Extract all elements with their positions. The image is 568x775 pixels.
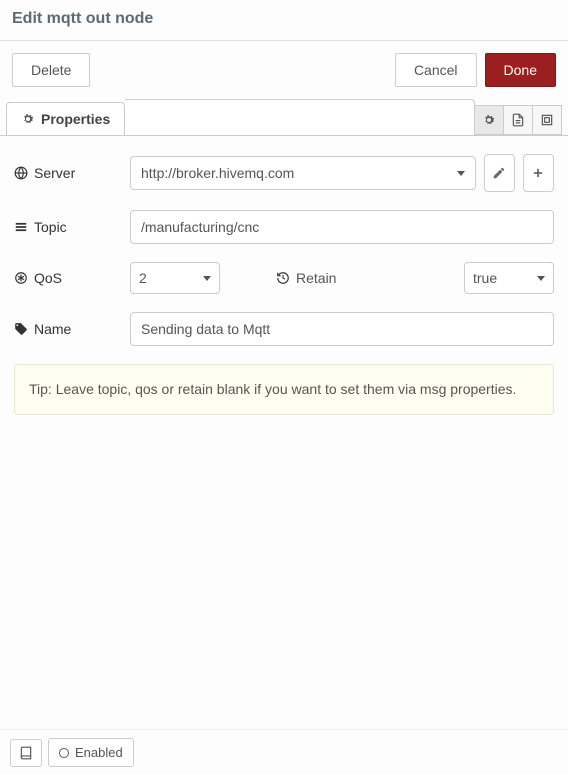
dialog-title: Edit mqtt out node (12, 10, 556, 28)
topic-label: Topic (14, 219, 130, 235)
globe-icon (14, 166, 28, 180)
chevron-down-icon (537, 276, 545, 281)
topic-input[interactable] (130, 210, 554, 244)
pencil-icon (492, 166, 506, 180)
add-server-button[interactable] (523, 154, 554, 192)
gear-icon (21, 112, 35, 126)
tab-properties-label: Properties (41, 111, 110, 127)
form-content: Server http://broker.hivemq.com (0, 136, 568, 729)
retain-label: Retain (276, 270, 336, 286)
name-input[interactable] (130, 312, 554, 346)
retain-select[interactable]: true (464, 262, 554, 294)
delete-button[interactable]: Delete (12, 53, 90, 87)
qos-select[interactable]: 2 (130, 262, 220, 294)
tab-properties[interactable]: Properties (6, 102, 125, 135)
tab-blank (125, 99, 475, 135)
retain-value: true (473, 270, 497, 286)
enabled-toggle[interactable]: Enabled (48, 738, 134, 767)
node-description-button[interactable] (503, 105, 533, 135)
chevron-down-icon (203, 276, 211, 281)
edit-server-button[interactable] (484, 154, 515, 192)
tip-box: Tip: Leave topic, qos or retain blank if… (14, 364, 554, 415)
circle-icon (59, 748, 69, 758)
cancel-button[interactable]: Cancel (395, 53, 477, 87)
chevron-down-icon (457, 171, 465, 176)
action-buttons: Delete Cancel Done (0, 41, 568, 99)
gear-icon (482, 113, 496, 127)
footer: Enabled (0, 729, 568, 775)
node-docs-button[interactable] (10, 739, 42, 767)
name-label: Name (14, 321, 130, 337)
node-settings-button[interactable] (474, 105, 504, 135)
enabled-label: Enabled (75, 745, 123, 760)
document-icon (511, 113, 525, 127)
server-label: Server (14, 165, 130, 181)
book-icon (19, 746, 33, 760)
history-icon (276, 271, 290, 285)
qos-label: QoS (14, 270, 130, 286)
tag-icon (14, 322, 28, 336)
dialog-header: Edit mqtt out node (0, 0, 568, 41)
qos-value: 2 (139, 270, 147, 286)
list-icon (14, 220, 28, 234)
server-value: http://broker.hivemq.com (141, 165, 294, 181)
tabs: Properties (0, 99, 568, 136)
frame-icon (540, 113, 554, 127)
asterisk-icon (14, 271, 28, 285)
done-button[interactable]: Done (485, 53, 556, 87)
node-appearance-button[interactable] (532, 105, 562, 135)
server-select[interactable]: http://broker.hivemq.com (130, 156, 476, 190)
plus-icon (531, 166, 545, 180)
